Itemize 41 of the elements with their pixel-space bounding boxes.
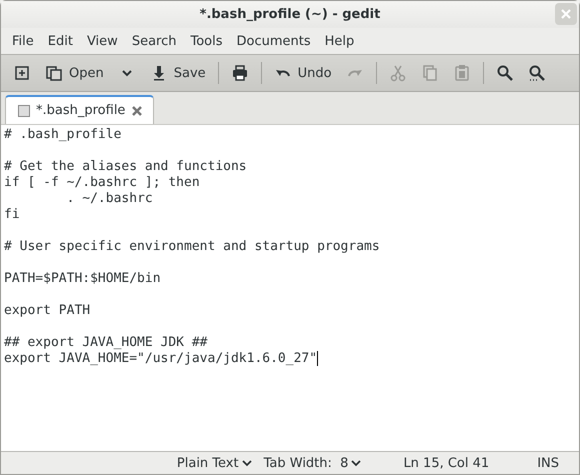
paste-icon bbox=[452, 64, 471, 82]
tab-width-dropdown[interactable]: Tab Width: 8 bbox=[264, 456, 362, 470]
code-line: fi bbox=[4, 207, 20, 223]
cut-icon bbox=[388, 64, 407, 82]
cursor-position: Ln 15, Col 41 bbox=[403, 456, 490, 470]
menu-item[interactable]: Help bbox=[318, 34, 362, 48]
code-line: export JAVA_HOME="/usr/java/jdk1.6.0_27" bbox=[4, 351, 318, 367]
caret-icon bbox=[242, 458, 252, 468]
code-line: # User specific environment and startup programs bbox=[4, 239, 380, 255]
documents-icon bbox=[45, 64, 63, 82]
menu-item[interactable]: View bbox=[80, 34, 125, 48]
close-icon[interactable] bbox=[131, 104, 144, 116]
code-line: if [ -f ~/.bashrc ]; then bbox=[4, 175, 200, 191]
code-line: PATH=$PATH:$HOME/bin bbox=[4, 271, 161, 287]
text-cursor bbox=[317, 351, 318, 366]
code-line: # Get the aliases and functions bbox=[4, 159, 247, 175]
search-replace-icon bbox=[528, 64, 546, 82]
document-tab[interactable]: *.bash_profile bbox=[5, 95, 154, 124]
toolbar-button[interactable]: Undo bbox=[268, 59, 338, 87]
code-line: . ~/.bashrc bbox=[66, 191, 153, 207]
menu-item[interactable]: Tools bbox=[183, 34, 230, 48]
document-icon bbox=[18, 104, 30, 116]
menu-item[interactable]: Documents bbox=[230, 34, 318, 48]
close-icon bbox=[561, 9, 571, 19]
language-dropdown[interactable]: Plain Text bbox=[176, 456, 252, 470]
menu-item[interactable]: File bbox=[5, 34, 41, 48]
menu-item[interactable]: Edit bbox=[40, 34, 80, 48]
caret-icon bbox=[351, 458, 362, 468]
toolbar-button[interactable]: Open bbox=[39, 59, 110, 87]
copy-icon bbox=[420, 64, 439, 82]
search-icon bbox=[496, 64, 514, 82]
print-icon bbox=[230, 64, 249, 82]
code-line: # .bash_profile bbox=[4, 127, 122, 143]
window-title: *.bash_profile (~) - gedit bbox=[200, 7, 380, 22]
code-line: export PATH bbox=[4, 303, 90, 319]
text-editor[interactable] bbox=[1, 124, 579, 451]
code-line: ## export JAVA_HOME JDK ## bbox=[4, 335, 208, 351]
menu-item[interactable]: Search bbox=[124, 34, 184, 48]
new-document-icon bbox=[13, 64, 31, 82]
insert-mode: INS bbox=[537, 456, 559, 470]
toolbar-button[interactable]: Save bbox=[144, 59, 212, 87]
